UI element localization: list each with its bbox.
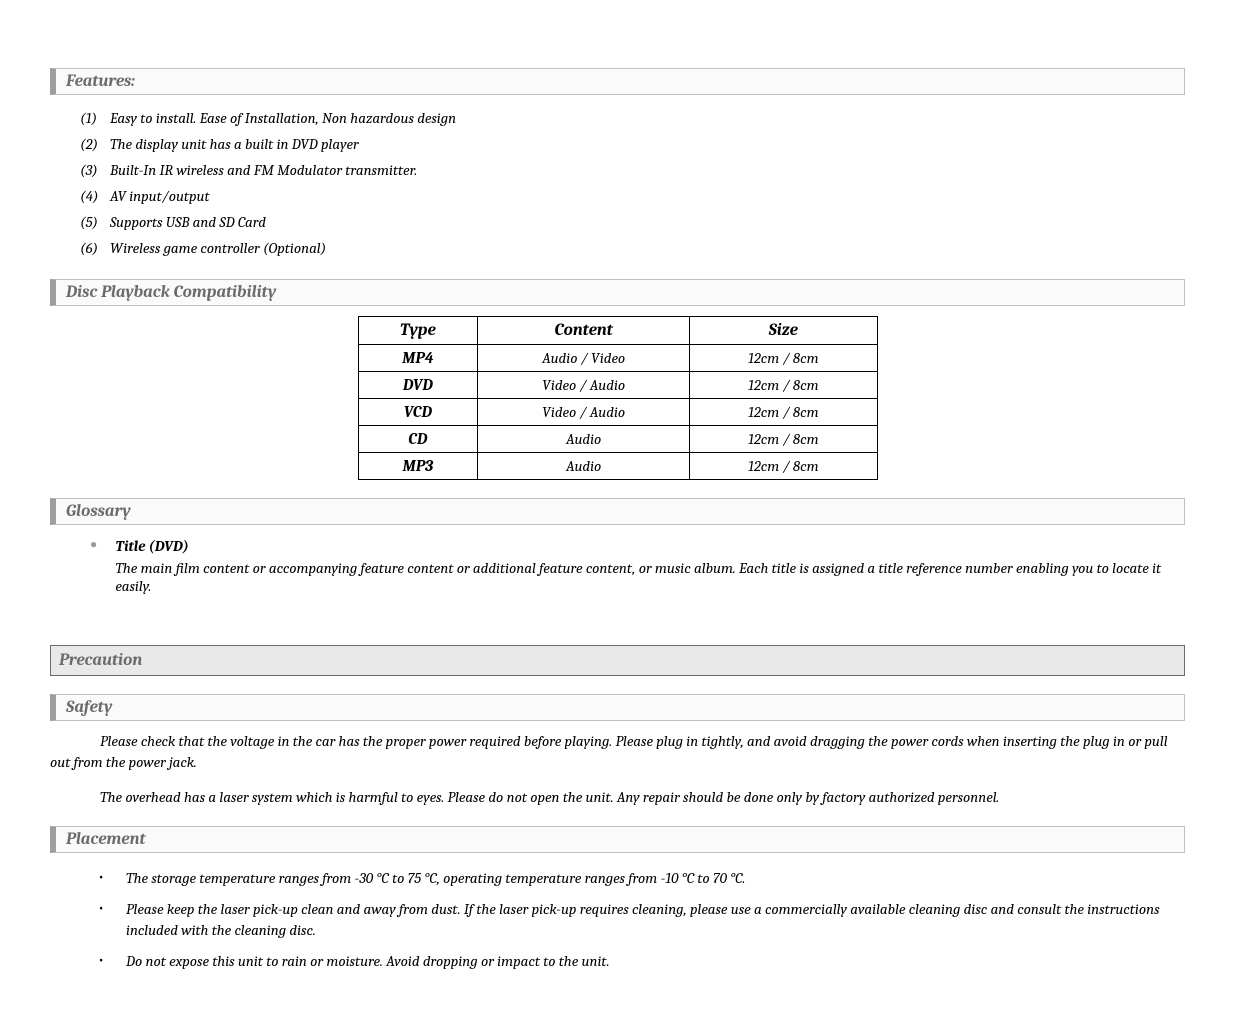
cell-size: 12cm / 8cm <box>690 345 877 372</box>
table-row: MP3 Audio 12cm / 8cm <box>358 453 877 480</box>
list-item: (5)Supports USB and SD Card <box>80 209 1185 235</box>
feature-text: The display unit has a built in DVD play… <box>110 135 359 153</box>
cell-size: 12cm / 8cm <box>690 372 877 399</box>
cell-content: Video / Audio <box>478 372 690 399</box>
list-item: Do not expose this unit to rain or moist… <box>98 946 1185 977</box>
feature-text: Built-In IR wireless and FM Modulator tr… <box>110 161 417 179</box>
feature-text: Supports USB and SD Card <box>110 213 266 231</box>
list-item: (4)AV input/output <box>80 183 1185 209</box>
cell-type: MP3 <box>358 453 478 480</box>
placement-text: Do not expose this unit to rain or moist… <box>126 952 610 970</box>
section-header-features: Features: <box>50 68 1185 95</box>
cell-type: VCD <box>358 399 478 426</box>
section-title: Glossary <box>66 502 131 521</box>
table-row: DVD Video / Audio 12cm / 8cm <box>358 372 877 399</box>
cell-type: MP4 <box>358 345 478 372</box>
feature-text: Wireless game controller (Optional) <box>110 239 326 257</box>
feature-text: AV input/output <box>110 187 210 205</box>
section-header-glossary: Glossary <box>50 498 1185 525</box>
list-item: (2)The display unit has a built in DVD p… <box>80 131 1185 157</box>
cell-size: 12cm / 8cm <box>690 399 877 426</box>
th-type: Type <box>358 317 478 345</box>
section-title: Disc Playback Compatibility <box>66 283 276 302</box>
list-item: (1)Easy to install. Ease of Installation… <box>80 105 1185 131</box>
section-title: Features: <box>66 72 135 91</box>
section-header-compat: Disc Playback Compatibility <box>50 279 1185 306</box>
compat-table: Type Content Size MP4 Audio / Video 12cm… <box>358 316 878 480</box>
glossary-list: ● Title (DVD) The main film content or a… <box>50 537 1185 595</box>
placement-text: The storage temperature ranges from -30 … <box>126 869 745 887</box>
table-row: VCD Video / Audio 12cm / 8cm <box>358 399 877 426</box>
feature-text: Easy to install. Ease of Installation, N… <box>110 109 456 127</box>
table-row: CD Audio 12cm / 8cm <box>358 426 877 453</box>
th-content: Content <box>478 317 690 345</box>
cell-content: Audio / Video <box>478 345 690 372</box>
section-header-safety: Safety <box>50 694 1185 721</box>
section-title: Safety <box>66 698 112 717</box>
cell-content: Audio <box>478 453 690 480</box>
section-header-placement: Placement <box>50 826 1185 853</box>
placement-list: The storage temperature ranges from -30 … <box>50 863 1185 977</box>
glossary-term: Title (DVD) <box>115 537 188 555</box>
safety-para: Please check that the voltage in the car… <box>50 731 1185 773</box>
th-size: Size <box>690 317 877 345</box>
cell-size: 12cm / 8cm <box>690 426 877 453</box>
cell-type: CD <box>358 426 478 453</box>
cell-content: Video / Audio <box>478 399 690 426</box>
section-title: Precaution <box>59 651 142 670</box>
cell-content: Audio <box>478 426 690 453</box>
glossary-def: The main film content or accompanying fe… <box>115 559 1184 595</box>
section-title: Placement <box>66 830 145 849</box>
list-item: The storage temperature ranges from -30 … <box>98 863 1185 894</box>
list-item: (6)Wireless game controller (Optional) <box>80 235 1185 261</box>
glossary-item: ● Title (DVD) The main film content or a… <box>90 537 1185 595</box>
list-item: Please keep the laser pick-up clean and … <box>98 894 1185 946</box>
table-row: MP4 Audio / Video 12cm / 8cm <box>358 345 877 372</box>
safety-para: The overhead has a laser system which is… <box>50 787 1185 808</box>
list-item: (3)Built-In IR wireless and FM Modulator… <box>80 157 1185 183</box>
cell-type: DVD <box>358 372 478 399</box>
placement-text: Please keep the laser pick-up clean and … <box>126 900 1160 939</box>
section-header-precaution: Precaution <box>50 645 1185 676</box>
features-list: (1)Easy to install. Ease of Installation… <box>50 105 1185 261</box>
bullet-icon: ● <box>90 537 112 552</box>
cell-size: 12cm / 8cm <box>690 453 877 480</box>
